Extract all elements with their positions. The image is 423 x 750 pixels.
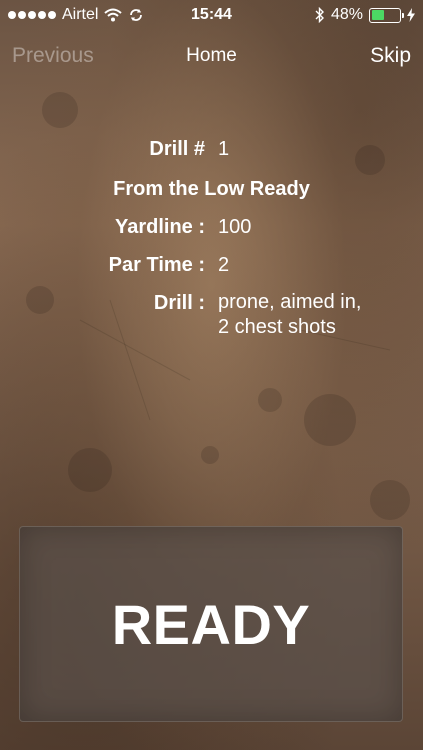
sync-icon bbox=[130, 9, 143, 21]
home-button[interactable]: Home bbox=[0, 45, 423, 67]
status-bar: Airtel 15:44 48% bbox=[0, 0, 423, 30]
drill-number-label: Drill # bbox=[149, 138, 205, 160]
par-time-row: Par Time : 2 bbox=[0, 254, 423, 284]
battery-percent: 48% bbox=[330, 6, 363, 23]
status-right: 48% bbox=[315, 6, 415, 24]
ready-button[interactable]: READY bbox=[19, 526, 403, 722]
skip-button[interactable]: Skip bbox=[370, 44, 411, 68]
yardline-value: 100 bbox=[218, 216, 252, 238]
drill-description-line-1: prone, aimed in, bbox=[218, 291, 362, 313]
status-left: Airtel bbox=[8, 6, 144, 24]
yardline-label: Yardline : bbox=[114, 216, 205, 238]
carrier-name: Airtel bbox=[62, 6, 99, 23]
battery-fill bbox=[371, 10, 385, 20]
drill-description-label: Drill : bbox=[153, 292, 205, 314]
yardline-row: Yardline : 100 bbox=[0, 216, 423, 246]
ready-button-label: READY bbox=[111, 592, 311, 656]
drill-position: From the Low Ready bbox=[113, 178, 310, 200]
wifi-icon bbox=[104, 8, 123, 22]
drill-description-row: Drill : prone, aimed in, 2 chest shots bbox=[0, 290, 423, 348]
battery-icon bbox=[369, 7, 404, 23]
signal-dots-icon bbox=[8, 11, 56, 19]
drill-number-row: Drill # 1 bbox=[0, 138, 423, 168]
par-time-label: Par Time : bbox=[108, 254, 205, 276]
bluetooth-icon bbox=[315, 7, 324, 23]
drill-number-value: 1 bbox=[218, 138, 230, 160]
navigation-bar: Previous Home Skip bbox=[0, 36, 423, 76]
par-time-value: 2 bbox=[218, 254, 230, 276]
drill-description-line-2: 2 chest shots bbox=[218, 316, 336, 338]
charging-bolt-icon bbox=[407, 8, 415, 22]
drill-description-value: prone, aimed in, 2 chest shots bbox=[218, 290, 418, 340]
